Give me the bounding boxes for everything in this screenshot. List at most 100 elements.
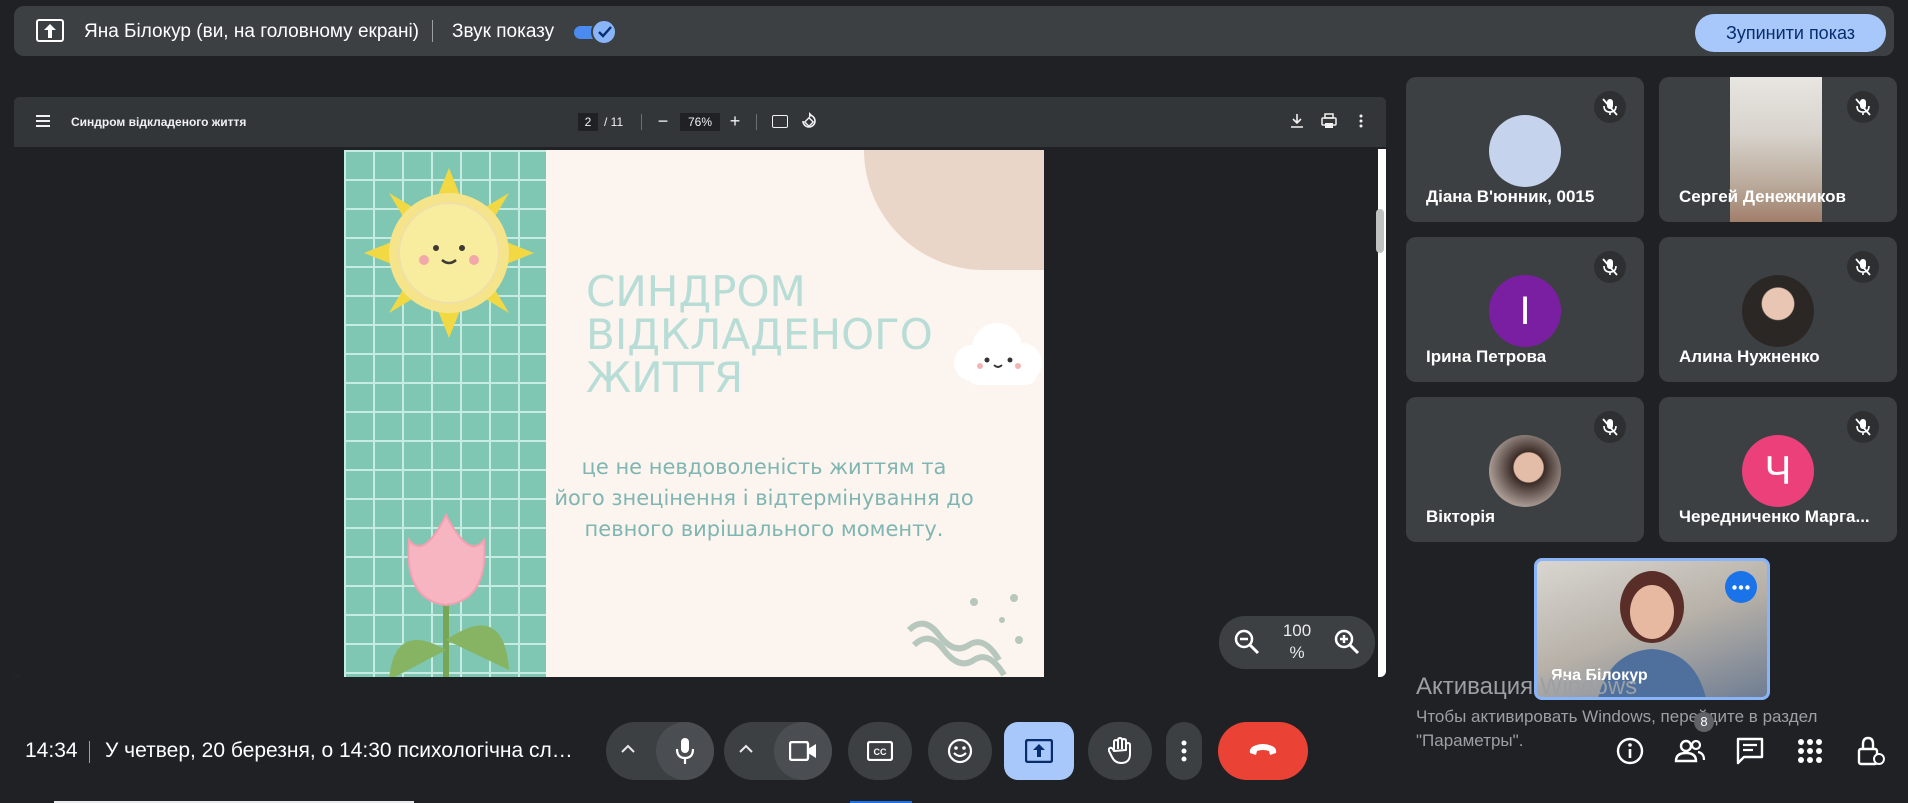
sharing-bar: Яна Білокур (ви, на головному екрані) Зв… [14,6,1894,56]
emoji-icon [947,738,973,764]
info-icon[interactable] [1614,735,1646,767]
pdf-toolbar: Синдром відкладеного життя 2 / 11 − 76% … [14,97,1386,147]
pdf-viewer: Синдром відкладеного життя 2 / 11 − 76% … [14,97,1386,677]
participant-name: Сергей Денежников [1679,187,1846,206]
toggle-knob [591,19,617,45]
page-number-input[interactable]: 2 [578,113,598,131]
leave-call-button[interactable] [1218,722,1308,780]
zoom-input[interactable]: 76% [680,113,720,131]
zoom-out-button[interactable]: − [654,110,672,132]
host-controls-icon[interactable] [1854,735,1886,767]
sun-illustration [364,168,534,338]
participant-tile[interactable]: Діана В'юнник, 0015 [1406,77,1644,222]
slide-title-line: СИНДРОМ [586,267,806,316]
squiggle-decoration [906,594,1023,677]
avatar [1742,275,1814,347]
zoom-level-unit: % [1289,643,1305,662]
divider [432,20,433,42]
check-icon [598,26,612,38]
windows-activation-text: Чтобы активировать Windows, перейдите в … [1416,707,1818,726]
people-count-badge: 8 [1694,712,1714,732]
zoom-in-button[interactable]: + [726,110,744,132]
meeting-title[interactable]: У четвер, 20 березня, о 14:30 психологіч… [105,739,573,763]
slide-title-line: ЖИТТЯ [586,353,744,402]
more-vert-icon [1181,740,1187,762]
end-call-icon [1249,744,1277,755]
presenter-label: Яна Білокур (ви, на головному екрані) [84,21,419,42]
participant-tile[interactable]: Алина Нужненко [1659,237,1897,382]
scrollbar-thumb[interactable] [1376,209,1384,253]
mic-off-icon [1847,251,1879,283]
chat-icon[interactable] [1734,735,1766,767]
stop-sharing-button[interactable]: Зупинити показ [1695,14,1886,52]
hand-icon [1108,737,1131,764]
camera-control-group [724,722,832,780]
divider [756,114,757,130]
mic-control-group [606,722,714,780]
avatar [1489,435,1561,507]
slide-subtitle: це не невдоволеність життям та його знец… [554,455,974,541]
present-icon [1025,739,1053,763]
more-horiz-icon[interactable] [1725,571,1757,603]
participant-tile[interactable]: Вікторія [1406,397,1644,542]
download-icon[interactable] [1288,112,1306,130]
mic-off-icon [1594,91,1626,123]
apps-icon[interactable] [1794,735,1826,767]
zoom-control: 100 % [1219,616,1375,669]
print-icon[interactable] [1320,112,1338,130]
more-options-button[interactable] [1166,722,1202,780]
participant-tile[interactable]: Сергей Денежников [1659,77,1897,222]
svg-text:CC: CC [874,747,887,757]
decorative-blob [864,150,1044,270]
more-vert-icon[interactable] [1352,112,1370,130]
present-now-button[interactable] [1004,722,1074,780]
fit-page-icon[interactable] [772,115,788,128]
zoom-level-value: 100 [1282,621,1312,640]
pdf-title: Синдром відкладеного життя [71,115,247,129]
windows-activation-title: Активация Windows [1416,673,1638,700]
page-total: / 11 [604,115,624,129]
cloud-illustration [954,323,1042,385]
sound-toggle[interactable] [574,19,617,45]
participant-name: Діана В'юнник, 0015 [1426,187,1595,206]
mic-button[interactable] [656,722,714,780]
rotate-icon[interactable] [800,112,818,130]
captions-button[interactable]: CC [848,722,912,780]
zoom-level: 100 % [1277,620,1317,664]
participant-name: Алина Нужненко [1679,347,1820,366]
mic-off-icon [1594,251,1626,283]
people-icon[interactable] [1674,735,1706,767]
menu-icon[interactable] [36,115,50,127]
reactions-button[interactable] [928,722,992,780]
sound-label: Звук показу [452,21,555,42]
zoom-in-icon[interactable] [1333,628,1361,656]
participant-name: Чередниченко Марга... [1679,507,1870,526]
chevron-up-icon[interactable] [738,744,754,754]
windows-activation-text: "Параметры". [1416,731,1524,750]
captions-icon: CC [867,741,893,761]
mic-icon [675,738,695,764]
slide-title-line: ВІДКЛАДЕНОГО [586,310,933,359]
participant-tile[interactable]: Ч Чередниченко Марга... [1659,397,1897,542]
tulip-illustration [389,512,509,677]
avatar: Ч [1742,435,1814,507]
mic-off-icon [1847,91,1879,123]
raise-hand-button[interactable] [1088,722,1152,780]
slide-page: СИНДРОМ ВІДКЛАДЕНОГО ЖИТТЯ це не невдово… [344,150,1044,677]
screen-share-icon [36,19,64,42]
participant-tile[interactable]: І Ірина Петрова [1406,237,1644,382]
chevron-up-icon[interactable] [620,744,636,754]
divider [641,114,642,130]
participant-name: Ірина Петрова [1426,347,1547,366]
camera-icon [789,741,816,761]
avatar: І [1489,275,1561,347]
meeting-clock: 14:34 [25,739,78,762]
divider [89,741,90,763]
avatar [1489,115,1561,187]
zoom-out-icon[interactable] [1233,628,1261,656]
slide-title: СИНДРОМ ВІДКЛАДЕНОГО ЖИТТЯ [586,270,933,399]
mic-off-icon [1594,411,1626,443]
camera-button[interactable] [774,722,832,780]
participant-name: Вікторія [1426,507,1496,526]
mic-off-icon [1847,411,1879,443]
